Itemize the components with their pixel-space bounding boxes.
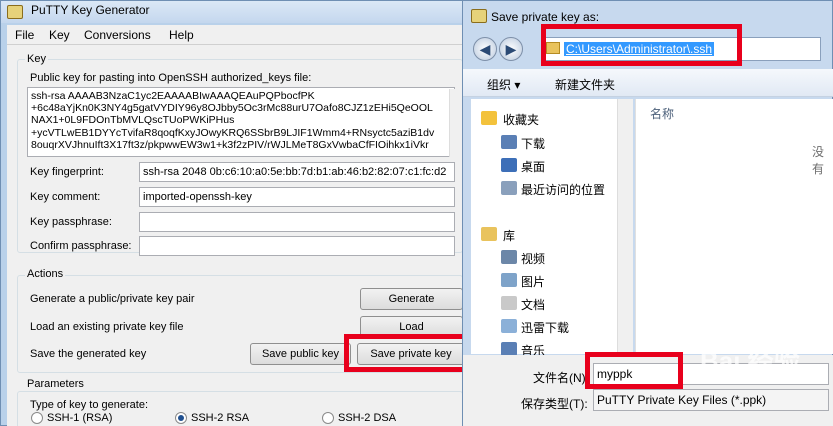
pictures-icon — [501, 273, 517, 287]
documents-icon — [501, 296, 517, 310]
load-label: Load an existing private key file — [30, 321, 184, 333]
tree-item-thunder[interactable]: 迅雷下载 — [521, 319, 569, 336]
key-type-label: Type of key to generate: — [30, 399, 149, 411]
putty-title-bar: PuTTY Key Generator — [1, 1, 471, 23]
menu-file[interactable]: File — [15, 28, 34, 42]
passphrase-label: Key passphrase: — [30, 216, 112, 228]
navigation-tree: 收藏夹 下载 桌面 最近访问的位置 库 视频 图片 文档 迅雷下载 音乐 — [471, 99, 633, 358]
thunder-download-icon — [501, 319, 517, 333]
public-key-scrollbar[interactable] — [449, 89, 463, 157]
comment-field[interactable]: imported-openssh-key — [139, 187, 455, 207]
save-label: Save the generated key — [30, 348, 147, 360]
radio-ssh2-dsa[interactable] — [322, 412, 334, 424]
passphrase-field[interactable] — [139, 212, 455, 232]
library-icon — [481, 227, 497, 241]
radio-ssh1-rsa[interactable] — [31, 412, 43, 424]
tree-item-recent[interactable]: 最近访问的位置 — [521, 181, 605, 198]
public-key-line: +ycVTLwEB1DYYcTvifaR8qoqfKxyJOwyKRQ6SSbr… — [31, 126, 435, 139]
highlight-save-private-key — [344, 334, 474, 372]
back-arrow-icon[interactable]: ◀ — [473, 37, 497, 61]
parameters-group-label: Parameters — [25, 378, 86, 390]
dialog-title: Save private key as: — [491, 10, 600, 24]
highlight-filename — [585, 352, 683, 389]
menu-conversions[interactable]: Conversions — [84, 28, 151, 42]
radio-ssh2-dsa-label: SSH-2 DSA — [338, 412, 397, 424]
public-key-line: 8ouqrXVJhnuIft3X17ft3z/pkpwwEW3w1+k3f2zP… — [31, 138, 429, 151]
save-public-key-button[interactable]: Save public key — [250, 343, 351, 365]
generate-button[interactable]: Generate — [360, 288, 463, 310]
new-folder-button[interactable]: 新建文件夹 — [555, 76, 615, 93]
radio-ssh2-rsa-label: SSH-2 RSA — [191, 412, 250, 424]
putty-app-icon — [7, 5, 23, 19]
tree-item-library[interactable]: 库 — [503, 227, 515, 244]
star-icon — [481, 111, 497, 125]
filetype-select[interactable]: PuTTY Private Key Files (*.ppk) — [593, 389, 829, 411]
public-key-textbox[interactable]: ssh-rsa AAAAB3NzaC1yc2EAAAABIwAAAQEAuPQP… — [27, 87, 455, 157]
confirm-passphrase-label: Confirm passphrase: — [30, 240, 132, 252]
highlight-address-bar — [541, 24, 742, 66]
dialog-app-icon — [471, 9, 487, 23]
video-icon — [501, 250, 517, 264]
organize-button[interactable]: 组织 ▾ — [487, 76, 520, 93]
tree-scrollbar[interactable] — [617, 99, 633, 354]
radio-ssh1-rsa-label: SSH-1 (RSA) — [47, 412, 113, 424]
music-icon — [501, 342, 517, 356]
tree-item-desktop[interactable]: 桌面 — [521, 158, 545, 175]
generate-label: Generate a public/private key pair — [30, 293, 195, 305]
fingerprint-label: Key fingerprint: — [30, 166, 104, 178]
recent-places-icon — [501, 181, 517, 195]
filename-label: 文件名(N): — [533, 371, 589, 385]
public-key-line: ssh-rsa AAAAB3NzaC1yc2EAAAABIwAAAQEAuPQP… — [31, 90, 315, 102]
menu-key[interactable]: Key — [49, 28, 70, 42]
column-name-header[interactable]: 名称 — [650, 105, 674, 122]
empty-message: 没有 — [812, 145, 825, 176]
public-key-label: Public key for pasting into OpenSSH auth… — [30, 72, 312, 84]
forward-arrow-icon[interactable]: ▶ — [499, 37, 523, 61]
actions-group-label: Actions — [25, 268, 66, 280]
tree-item-videos[interactable]: 视频 — [521, 250, 545, 267]
screen: PuTTY Key Generator File Key Conversions… — [0, 0, 833, 426]
file-list: 名称 没有 — [635, 99, 833, 354]
key-group-label: Key — [25, 53, 48, 65]
radio-ssh2-rsa[interactable] — [175, 412, 187, 424]
filetype-label: 保存类型(T): — [521, 397, 588, 411]
public-key-line: +6c48aYjKn0K3NY4g5gatVYDIY96y8OJbby5Oc3r… — [31, 102, 433, 115]
tree-item-documents[interactable]: 文档 — [521, 296, 545, 313]
public-key-line: NAX1+0L9FDOnTbMVLQscTUoPWKiPHus — [31, 114, 235, 127]
download-folder-icon — [501, 135, 517, 149]
fingerprint-field[interactable]: ssh-rsa 2048 0b:c6:10:a0:5e:bb:7d:b1:ab:… — [139, 162, 455, 182]
comment-label: Key comment: — [30, 191, 101, 203]
tree-item-favorites[interactable]: 收藏夹 — [503, 111, 539, 128]
tree-item-pictures[interactable]: 图片 — [521, 273, 545, 290]
putty-window-title: PuTTY Key Generator — [31, 3, 150, 17]
desktop-icon — [501, 158, 517, 172]
confirm-passphrase-field[interactable] — [139, 236, 455, 256]
tree-item-downloads[interactable]: 下载 — [521, 135, 545, 152]
menu-help[interactable]: Help — [169, 28, 194, 42]
putty-menu-bar: File Key Conversions Help — [7, 25, 465, 45]
watermark: Bai 经验 — [700, 346, 800, 376]
dialog-toolbar: 组织 ▾ 新建文件夹 — [463, 69, 833, 97]
